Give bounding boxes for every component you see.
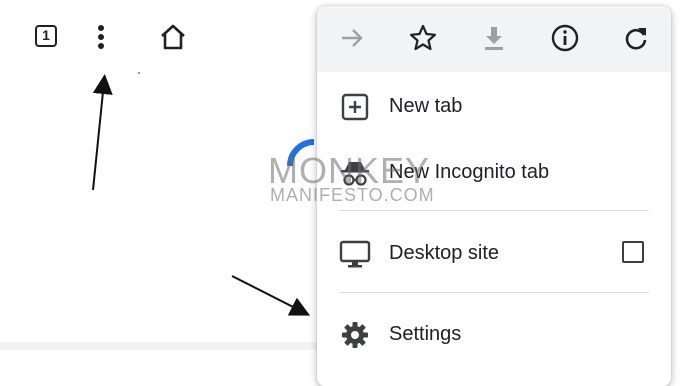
download-button[interactable] bbox=[479, 23, 509, 53]
bookmark-button[interactable] bbox=[408, 23, 438, 53]
home-button[interactable] bbox=[158, 22, 188, 52]
menu-item-label: New tab bbox=[389, 95, 463, 117]
menu-item-label: Settings bbox=[389, 323, 462, 345]
stray-dot bbox=[138, 72, 140, 74]
info-icon bbox=[551, 24, 579, 52]
settings-gear-icon bbox=[339, 319, 371, 351]
reload-icon bbox=[625, 28, 647, 50]
watermark-line1: MONKEY bbox=[268, 150, 431, 191]
menu-item-new-tab[interactable]: New tab bbox=[317, 78, 671, 134]
menu-toolbar bbox=[317, 6, 671, 72]
tab-count: 1 bbox=[42, 27, 50, 43]
menu-item-desktop-site[interactable]: Desktop site bbox=[317, 225, 671, 281]
menu-divider bbox=[339, 210, 649, 211]
bookmark-star-icon bbox=[409, 24, 437, 51]
menu-item-settings[interactable]: Settings bbox=[317, 306, 671, 362]
forward-icon bbox=[342, 29, 363, 47]
tab-switcher-button[interactable]: 1 bbox=[35, 25, 57, 47]
menu-item-label: Desktop site bbox=[389, 242, 500, 264]
forward-button[interactable] bbox=[337, 23, 367, 53]
reload-button[interactable] bbox=[621, 23, 651, 53]
watermark-line2: MANIFESTO.COM bbox=[270, 185, 435, 205]
menu-divider bbox=[339, 292, 649, 293]
page-info-button[interactable] bbox=[550, 23, 580, 53]
new-tab-icon bbox=[339, 91, 371, 123]
more-options-icon bbox=[98, 25, 104, 49]
desktop-icon bbox=[339, 238, 371, 270]
home-icon bbox=[161, 24, 185, 50]
more-options-button[interactable] bbox=[90, 22, 112, 52]
download-icon bbox=[485, 27, 503, 50]
page-content-strip bbox=[0, 342, 330, 350]
desktop-site-checkbox[interactable] bbox=[622, 241, 644, 263]
